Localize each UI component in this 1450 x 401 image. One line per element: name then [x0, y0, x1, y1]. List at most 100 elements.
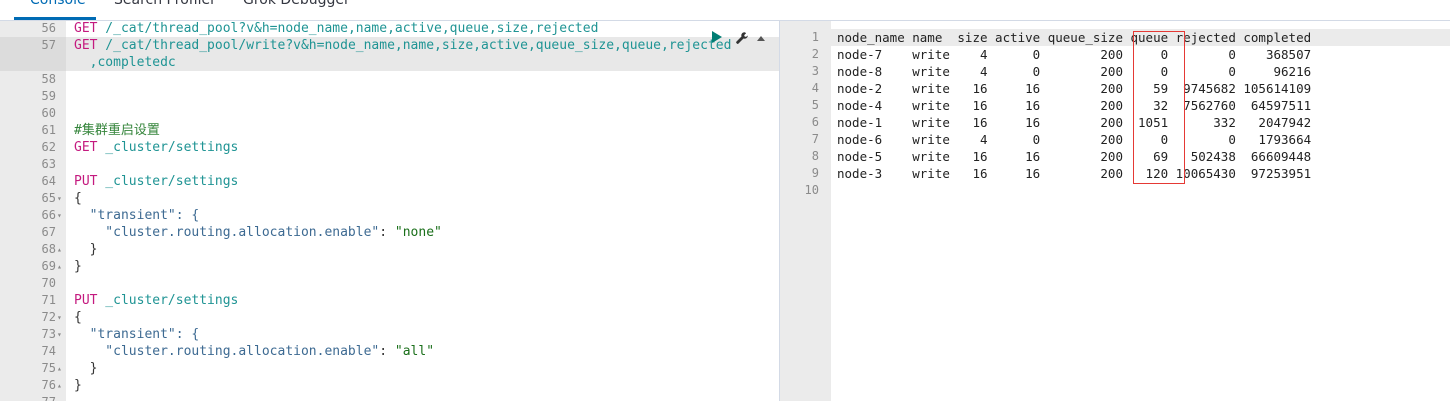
editor-line[interactable]: 74 "cluster.routing.allocation.enable": …: [0, 343, 779, 360]
tab-console[interactable]: Console: [30, 0, 86, 8]
editor-line[interactable]: 65 ▾ {: [0, 190, 779, 207]
tab-search-profiler[interactable]: Search Profiler: [114, 0, 216, 8]
output-line: 4 node-2 write 16 16 200 59 9745682 10561…: [783, 80, 1450, 97]
code-text: GET /_cat/thread_pool?v&h=node_name,name…: [74, 21, 599, 36]
line-number: 60: [41, 106, 56, 120]
wrench-icon[interactable]: [735, 31, 749, 45]
output-text: node-6 write 4 0 200 0 0 1793664: [837, 132, 1312, 147]
code-text: }: [74, 259, 82, 274]
code-text: {: [74, 310, 82, 325]
editor-line[interactable]: 67 "cluster.routing.allocation.enable": …: [0, 224, 779, 241]
play-icon[interactable]: [712, 31, 722, 43]
output-line: 7 node-6 write 4 0 200 0 0 1793664: [783, 131, 1450, 148]
output-text: node-3 write 16 16 200 120 10065430 9725…: [837, 166, 1312, 181]
output-line: 9 node-3 write 16 16 200 120 10065430 972…: [783, 165, 1450, 182]
line-number: 5: [811, 98, 819, 112]
line-number: 56: [41, 21, 56, 35]
editor-line[interactable]: 61 #集群重启设置: [0, 122, 779, 139]
output-text: node-8 write 4 0 200 0 0 96216: [837, 64, 1312, 79]
fold-toggle-icon[interactable]: ▴: [57, 360, 66, 377]
editor-line[interactable]: 58: [0, 71, 779, 88]
fold-toggle-icon[interactable]: ▾: [57, 207, 66, 224]
line-number: 77: [0, 394, 56, 401]
editor-line[interactable]: 73 ▾ "transient": {: [0, 326, 779, 343]
line-number: 65: [41, 191, 56, 205]
output-text: node-7 write 4 0 200 0 0 368507: [837, 47, 1312, 62]
output-line: 8 node-5 write 16 16 200 69 502438 666094…: [783, 148, 1450, 165]
caret-up-icon[interactable]: [757, 36, 765, 41]
editor-line[interactable]: ,completedc: [0, 54, 779, 71]
line-number: 3: [811, 64, 819, 78]
editor-line[interactable]: 62 GET _cluster/settings: [0, 139, 779, 156]
output-text: node_name name size active queue_size qu…: [837, 30, 1312, 45]
editor-line[interactable]: 72 ▾ {: [0, 309, 779, 326]
tab-bar: Console Search Profiler Grok Debugger: [0, 0, 1450, 21]
line-number: 70: [41, 276, 56, 290]
output-line: 1 node_name name size active queue_size q…: [783, 29, 1450, 46]
line-number: 58: [41, 72, 56, 86]
editor-line[interactable]: 77: [0, 394, 779, 401]
editor-line[interactable]: 63: [0, 156, 779, 173]
code-text: {: [74, 191, 82, 206]
line-number: 76: [41, 378, 56, 392]
editor-line[interactable]: 70: [0, 275, 779, 292]
fold-toggle-icon[interactable]: ▴: [57, 377, 66, 394]
output-line: 10: [783, 182, 1450, 199]
code-text: PUT _cluster/settings: [74, 174, 239, 189]
line-number: 67: [41, 225, 56, 239]
line-number: 2: [811, 47, 819, 61]
editor-line[interactable]: 60: [0, 105, 779, 122]
editor-line[interactable]: 57 GET /_cat/thread_pool/write?v&h=node_n…: [0, 37, 779, 54]
line-number: 73: [41, 327, 56, 341]
line-number: 8: [811, 149, 819, 163]
output-text: node-1 write 16 16 200 1051 332 2047942: [837, 115, 1312, 130]
line-number: 9: [811, 166, 819, 180]
code-text: "transient": {: [74, 208, 200, 223]
editor-line[interactable]: 59: [0, 88, 779, 105]
line-number: 57: [41, 38, 56, 52]
code-text: }: [74, 361, 98, 376]
code-text: }: [74, 378, 82, 393]
editor-line[interactable]: 76 ▴}: [0, 377, 779, 394]
output-text: node-5 write 16 16 200 69 502438 6660944…: [837, 149, 1312, 164]
code-text: GET _cluster/settings: [74, 140, 239, 155]
fold-toggle-icon[interactable]: ▴: [57, 258, 66, 275]
line-number: 1: [811, 30, 819, 44]
output-line: 5 node-4 write 16 16 200 32 7562760 64597…: [783, 97, 1450, 114]
tab-grok-debugger[interactable]: Grok Debugger: [243, 0, 350, 8]
line-number: 61: [41, 123, 56, 137]
line-number: 68: [41, 242, 56, 256]
editor-line[interactable]: 66 ▾ "transient": {: [0, 207, 779, 224]
line-number: 4: [811, 81, 819, 95]
code-text: }: [74, 242, 98, 257]
editor-line[interactable]: 56 GET /_cat/thread_pool?v&h=node_name,na…: [0, 21, 779, 37]
active-tab-indicator: [14, 17, 96, 20]
fold-toggle-icon[interactable]: ▾: [57, 309, 66, 326]
editor-line[interactable]: 75 ▴ }: [0, 360, 779, 377]
line-number: 72: [41, 310, 56, 324]
code-text: #集群重启设置: [74, 123, 160, 138]
request-editor[interactable]: 56 GET /_cat/thread_pool?v&h=node_name,na…: [0, 21, 779, 401]
editor-line[interactable]: 68 ▴ }: [0, 241, 779, 258]
code-text: PUT _cluster/settings: [74, 293, 239, 308]
fold-toggle-icon[interactable]: ▾: [57, 190, 66, 207]
response-output[interactable]: 1 node_name name size active queue_size q…: [783, 21, 1450, 401]
editor-line[interactable]: 69 ▴}: [0, 258, 779, 275]
line-number: 64: [41, 174, 56, 188]
code-text: "cluster.routing.allocation.enable": "al…: [74, 344, 435, 359]
line-number: 69: [41, 259, 56, 273]
line-number: 63: [41, 157, 56, 171]
queue-column-highlight-box: [1133, 31, 1185, 184]
output-text: node-2 write 16 16 200 59 9745682 105614…: [837, 81, 1312, 96]
line-number: 62: [41, 140, 56, 154]
code-text: ,completedc: [74, 55, 176, 70]
fold-toggle-icon[interactable]: ▴: [57, 241, 66, 258]
output-line: 2 node-7 write 4 0 200 0 0 368507: [783, 46, 1450, 63]
fold-toggle-icon[interactable]: ▾: [57, 326, 66, 343]
code-text: "transient": {: [74, 327, 200, 342]
code-text: GET /_cat/thread_pool/write?v&h=node_nam…: [74, 38, 732, 53]
output-line: 3 node-8 write 4 0 200 0 0 96216: [783, 63, 1450, 80]
editor-line[interactable]: 64 PUT _cluster/settings: [0, 173, 779, 190]
editor-line[interactable]: 71 PUT _cluster/settings: [0, 292, 779, 309]
line-number: 6: [811, 115, 819, 129]
